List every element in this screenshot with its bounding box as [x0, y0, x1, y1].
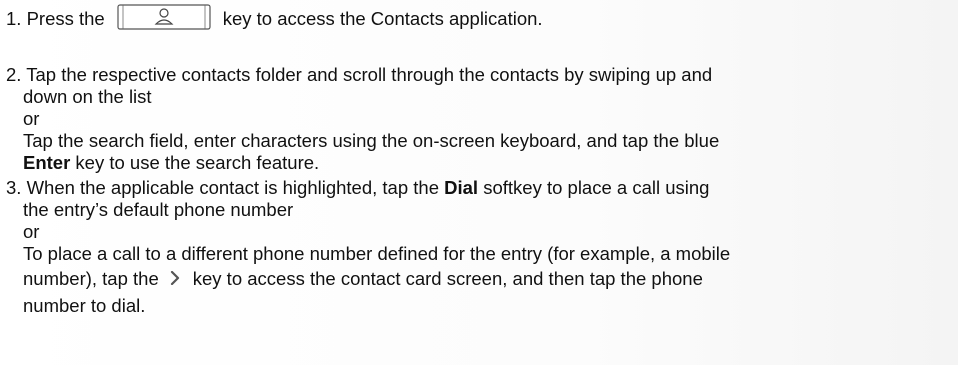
chevron-right-icon	[163, 267, 189, 289]
step-2-text-4: key to use the search feature.	[70, 152, 320, 173]
step-3-bold-dial: Dial	[444, 177, 479, 198]
step-3-line-4: number), tap the key to access the conta…	[6, 265, 946, 292]
step-1-number: 1.	[6, 8, 22, 29]
step-1-text-after: key to access the Contacts application.	[222, 8, 543, 29]
step-3-line-1: 3. When the applicable contact is highli…	[6, 177, 946, 199]
step-2-number: 2.	[6, 64, 22, 85]
step-3-or: or	[23, 221, 40, 242]
step-2-line-1: 2. Tap the respective contacts folder an…	[6, 64, 946, 86]
contacts-person-icon	[117, 4, 211, 30]
step-3-number: 3.	[6, 177, 22, 198]
step-1-text-before: Press the	[26, 8, 105, 29]
step-3-text-1-post: softkey to place a call using	[478, 177, 710, 198]
step-3-text-4-post: key to access the contact card screen, a…	[192, 268, 703, 289]
step-3: 3. When the applicable contact is highli…	[6, 177, 946, 319]
step-2-bold-enter: Enter	[23, 152, 71, 173]
step-3-text-5: number to dial.	[23, 295, 146, 316]
step-2-text-1: Tap the respective contacts folder and s…	[26, 64, 713, 85]
step-2-text-3: Tap the search field, enter characters u…	[23, 130, 720, 151]
step-3-text-1-pre: When the applicable contact is highlight…	[26, 177, 445, 198]
step-2-text-2: down on the list	[23, 86, 152, 107]
step-2-or: or	[23, 108, 40, 129]
step-3-text-3: To place a call to a different phone num…	[23, 243, 731, 264]
step-1-line: 1. Press the key to access the Contacts …	[6, 4, 946, 30]
step-2: 2. Tap the respective contacts folder an…	[6, 64, 946, 174]
step-1: 1. Press the key to access the Contacts …	[6, 4, 946, 30]
step-3-text-4-pre: number), tap the	[23, 268, 159, 289]
step-2-line-4: Enter key to use the search feature.	[6, 152, 946, 174]
step-3-text-2: the entry’s default phone number	[23, 199, 294, 220]
